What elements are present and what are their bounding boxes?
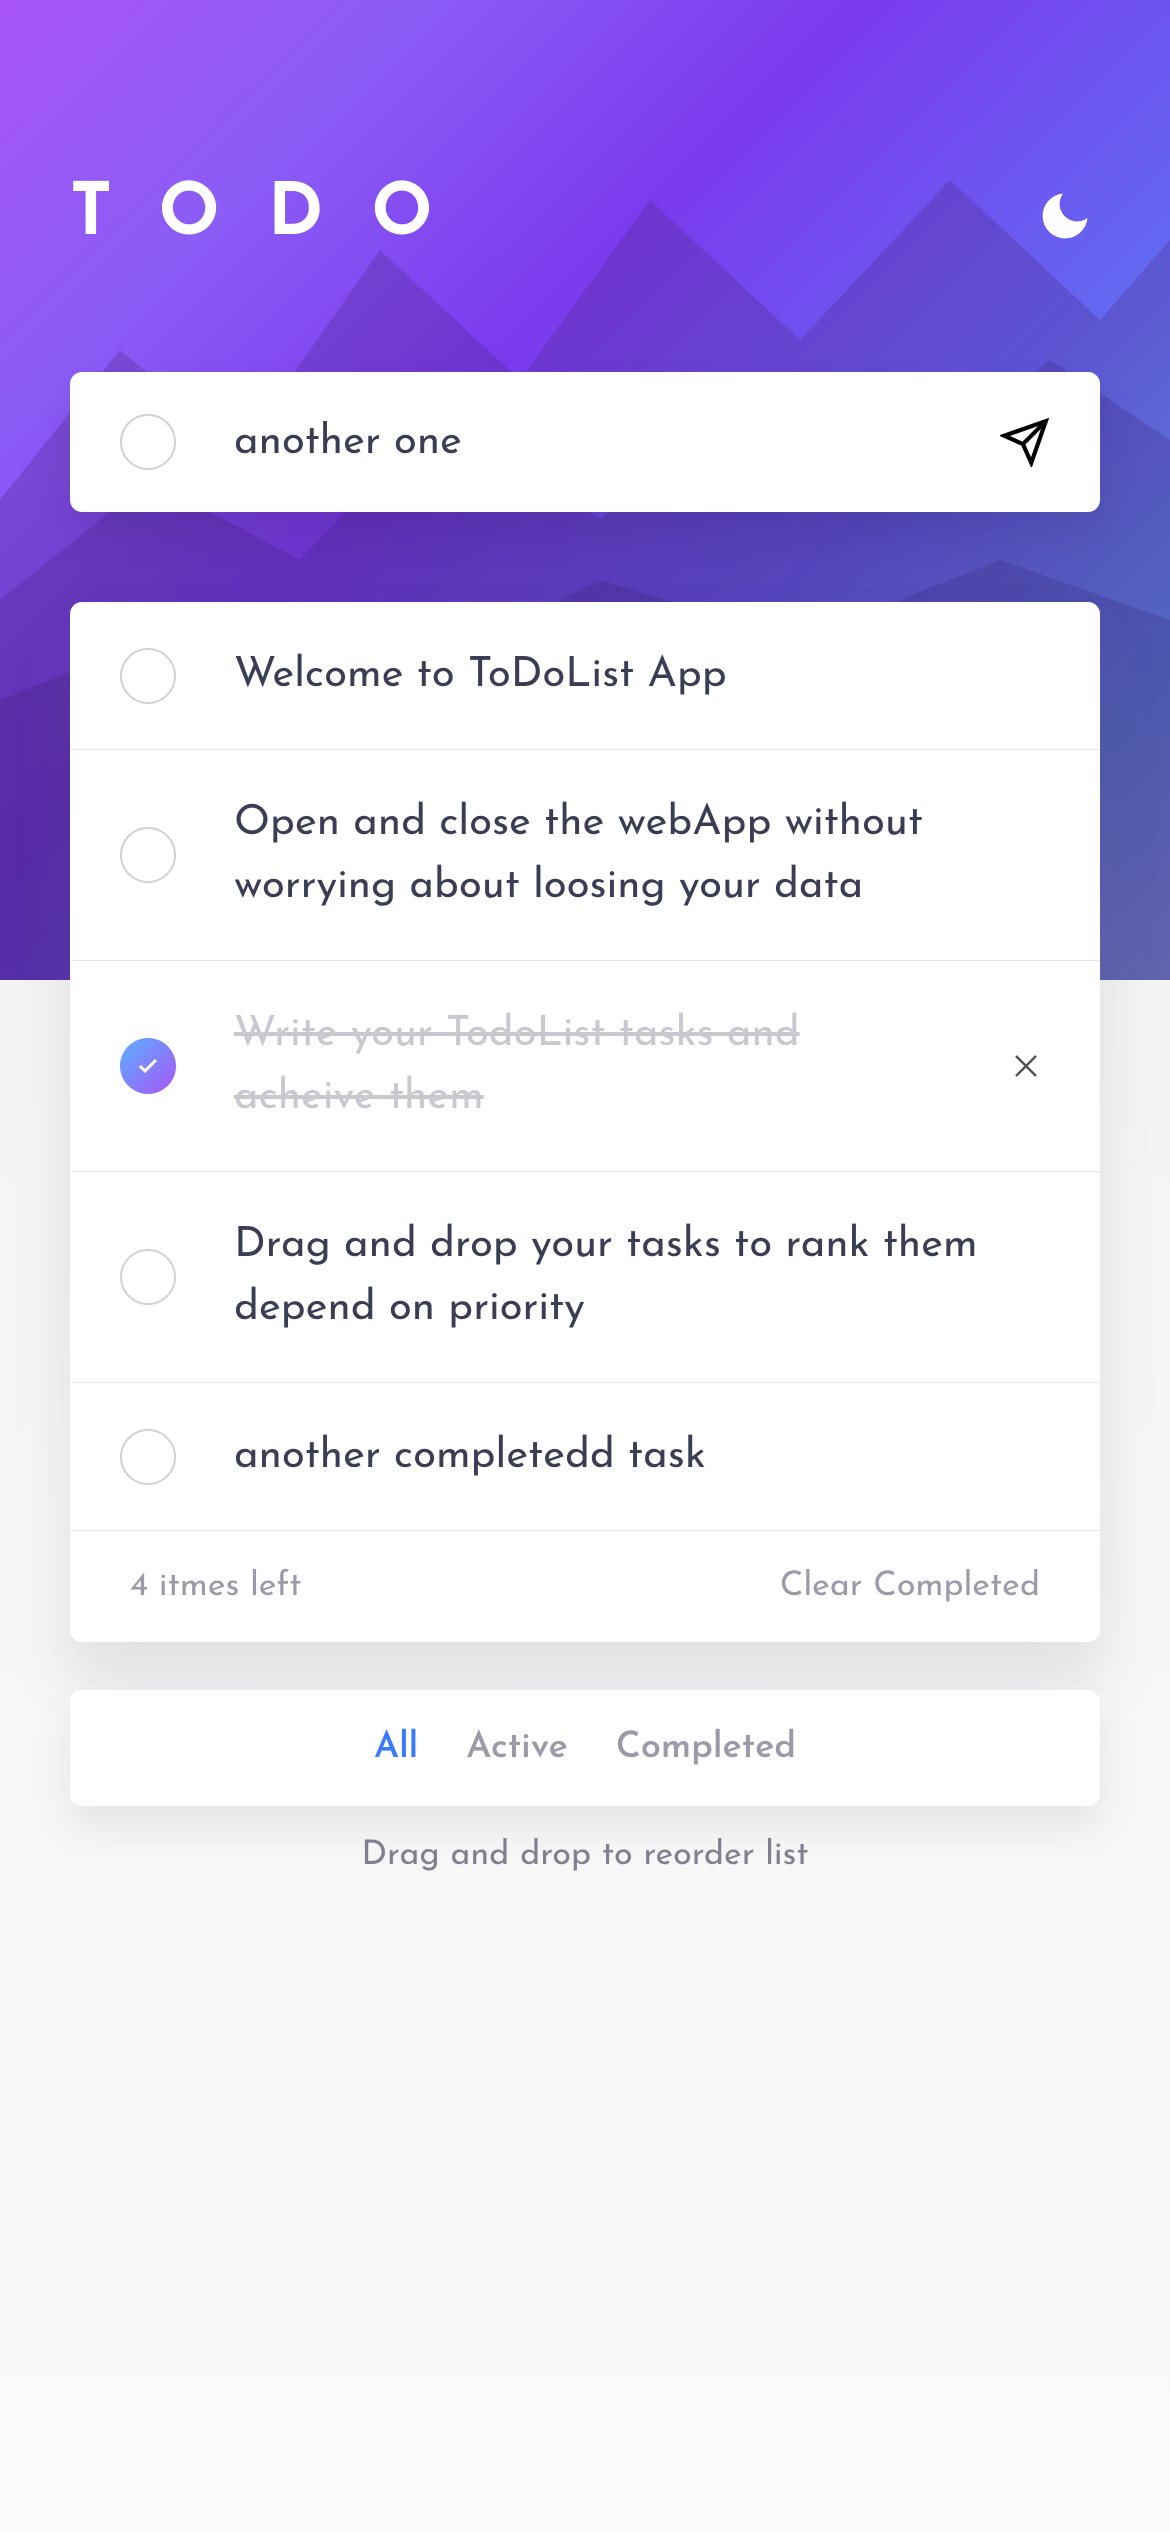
todo-text: Write your TodoList tasks and acheive th… <box>234 1003 944 1129</box>
todo-text: Welcome to ToDoList App <box>234 644 1050 707</box>
filter-card: All Active Completed <box>70 1690 1100 1806</box>
clear-completed-button[interactable]: Clear Completed <box>780 1569 1040 1604</box>
todo-item[interactable]: Write your TodoList tasks and acheive th… <box>70 961 1100 1172</box>
todo-text: Drag and drop your tasks to rank them de… <box>234 1214 1050 1340</box>
theme-toggle-button[interactable] <box>1030 181 1100 251</box>
new-todo-input[interactable] <box>234 421 942 464</box>
check-icon <box>136 1054 160 1078</box>
app-logo: TODO <box>70 180 481 252</box>
todo-item[interactable]: another completedd task <box>70 1383 1100 1531</box>
moon-icon <box>1035 186 1095 246</box>
todo-checkbox-unchecked[interactable] <box>120 648 176 704</box>
todo-list-card: Welcome to ToDoList App Open and close th… <box>70 602 1100 1642</box>
filter-active-button[interactable]: Active <box>466 1730 568 1766</box>
new-todo-card <box>70 372 1100 512</box>
list-footer: 4 itmes left Clear Completed <box>70 1531 1100 1642</box>
submit-todo-button[interactable] <box>1000 417 1050 467</box>
filter-completed-button[interactable]: Completed <box>616 1730 796 1766</box>
todo-checkbox-unchecked[interactable] <box>120 827 176 883</box>
items-left-label: 4 itmes left <box>130 1569 302 1604</box>
send-icon <box>1000 417 1050 467</box>
todo-checkbox-unchecked[interactable] <box>120 1249 176 1305</box>
todo-item[interactable]: Welcome to ToDoList App <box>70 602 1100 750</box>
close-icon <box>1006 1046 1046 1086</box>
header: TODO <box>0 0 1170 252</box>
todo-checkbox-checked[interactable] <box>120 1038 176 1094</box>
filter-all-button[interactable]: All <box>374 1730 418 1766</box>
todo-checkbox-unchecked[interactable] <box>120 1429 176 1485</box>
todo-item[interactable]: Open and close the webApp without worryi… <box>70 750 1100 961</box>
todo-text: Open and close the webApp without worryi… <box>234 792 1050 918</box>
new-todo-checkbox[interactable] <box>120 414 176 470</box>
todo-item[interactable]: Drag and drop your tasks to rank them de… <box>70 1172 1100 1383</box>
delete-todo-button[interactable] <box>1002 1042 1050 1090</box>
todo-text: another completedd task <box>234 1425 1050 1488</box>
reorder-hint: Drag and drop to reorder list <box>0 1838 1170 1873</box>
